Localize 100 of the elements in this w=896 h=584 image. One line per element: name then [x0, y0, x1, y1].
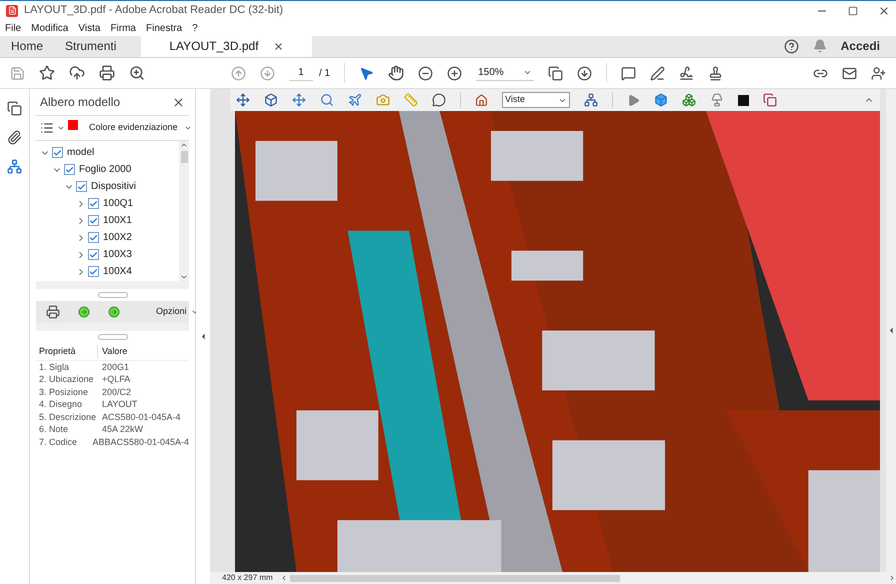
- model-tree-icon[interactable]: [7, 159, 22, 174]
- window-title: LAYOUT_3D.pdf - Adobe Acrobat Reader DC (32-bit): [24, 3, 284, 18]
- add-user-icon[interactable]: [871, 66, 886, 80]
- checkbox[interactable]: [88, 266, 99, 277]
- comment-icon[interactable]: [621, 66, 636, 80]
- scroll-thumb[interactable]: [180, 151, 188, 163]
- menu-item[interactable]: ?: [192, 20, 198, 36]
- paperclip-icon[interactable]: [7, 130, 22, 145]
- tree-item[interactable]: 100X4: [103, 264, 132, 279]
- property-name: 2. Ubicazione: [38, 373, 95, 386]
- cube-icon[interactable]: [654, 93, 668, 107]
- property-name: 4. Disegno: [38, 398, 84, 411]
- tree-item[interactable]: 100Q1: [103, 196, 134, 211]
- menu-item[interactable]: Firma: [110, 20, 136, 36]
- background-color-icon[interactable]: [738, 94, 749, 106]
- property-value: +QLFA: [101, 373, 130, 386]
- play-icon[interactable]: [627, 94, 640, 106]
- menu-item[interactable]: Vista: [78, 20, 100, 36]
- property-value: ACS580-01-045A-4: [101, 410, 181, 424]
- property-name: 7. Codice: [38, 436, 78, 448]
- arrow-circle-icon[interactable]: [78, 306, 90, 318]
- arrow-circle-icon[interactable]: [108, 306, 120, 318]
- star-icon[interactable]: [39, 65, 55, 81]
- model-tree-icon[interactable]: [584, 93, 598, 107]
- highlighter-icon[interactable]: [650, 66, 666, 80]
- zoom-dropdown[interactable]: 150%: [476, 65, 534, 81]
- splitter-handle[interactable]: [98, 292, 128, 298]
- column-header: Proprietà: [36, 344, 98, 358]
- property-name: 3. Posizione: [38, 386, 90, 398]
- property-name: 6. Note: [38, 423, 70, 436]
- checkbox[interactable]: [76, 181, 87, 192]
- property-value: 200/C2: [101, 386, 132, 398]
- caret-icon[interactable]: [57, 124, 65, 132]
- help-icon[interactable]: [784, 38, 799, 54]
- highlight-color-dropdown[interactable]: Colore evidenziazione: [89, 121, 192, 135]
- sign-in-button[interactable]: Accedi: [840, 37, 880, 55]
- page-size: 420 x 297 mm: [221, 572, 274, 584]
- zoom-in-icon[interactable]: [447, 66, 462, 80]
- close-icon[interactable]: [272, 40, 284, 52]
- column-header: Valore: [101, 344, 128, 358]
- zoom-icon[interactable]: [320, 93, 334, 107]
- plane-icon[interactable]: [348, 93, 362, 107]
- select-pointer-icon[interactable]: [359, 66, 374, 80]
- scrollbar[interactable]: [179, 141, 189, 281]
- tab[interactable]: Strumenti: [54, 35, 128, 57]
- tab[interactable]: Home: [0, 35, 54, 57]
- scroll-up-icon[interactable]: [180, 141, 188, 149]
- checkbox[interactable]: [64, 164, 75, 175]
- lamp-icon[interactable]: [710, 93, 724, 107]
- menu-item[interactable]: Modifica: [31, 20, 68, 36]
- page-number-field[interactable]: 1: [289, 65, 313, 81]
- list-icon[interactable]: [40, 121, 54, 135]
- menu-item[interactable]: Finestra: [146, 20, 182, 36]
- checkbox[interactable]: [88, 249, 99, 260]
- tree-item[interactable]: 100X3: [103, 247, 132, 262]
- pages-icon[interactable]: [7, 101, 22, 116]
- tree-item[interactable]: 100X1: [103, 213, 132, 228]
- comment-icon[interactable]: [432, 93, 446, 107]
- caret-icon: [184, 124, 192, 132]
- tree-item[interactable]: 100X2: [103, 230, 132, 245]
- mail-icon[interactable]: [842, 66, 857, 80]
- property-value: 200G1: [101, 360, 130, 374]
- cloud-upload-icon[interactable]: [69, 65, 85, 81]
- scroll-down-icon[interactable]: [180, 273, 188, 281]
- splitter-handle[interactable]: [98, 334, 128, 340]
- scroll-right-icon[interactable]: [888, 574, 896, 582]
- print-icon[interactable]: [99, 65, 115, 81]
- property-value: ABBACS580-01-045A-4: [91, 436, 189, 448]
- search-icon[interactable]: [129, 65, 145, 81]
- tree-item[interactable]: Foglio 2000: [79, 162, 132, 177]
- checkbox[interactable]: [88, 232, 99, 243]
- tree-item[interactable]: Dispositivi: [91, 179, 136, 194]
- tree-item[interactable]: model: [67, 145, 94, 160]
- page-total: / 1: [319, 66, 330, 80]
- views-dropdown[interactable]: Viste: [502, 92, 570, 108]
- page-fit-icon[interactable]: [548, 66, 564, 80]
- maximize-icon[interactable]: [848, 6, 858, 16]
- property-name: 5. Descrizione: [38, 410, 98, 424]
- zoom-out-icon[interactable]: [418, 66, 434, 80]
- pdf-app-icon: [6, 4, 18, 16]
- close-icon[interactable]: [878, 4, 890, 16]
- checkbox[interactable]: [88, 215, 99, 226]
- checkbox[interactable]: [52, 147, 63, 158]
- cubes-icon[interactable]: [682, 93, 696, 107]
- signature-icon[interactable]: [679, 66, 694, 80]
- home-icon[interactable]: [475, 94, 488, 106]
- color-swatch[interactable]: [68, 120, 78, 130]
- scroll-left-icon[interactable]: [280, 574, 288, 582]
- close-icon[interactable]: [172, 96, 185, 108]
- property-value: LAYOUT: [101, 398, 138, 411]
- stamp-icon[interactable]: [708, 66, 724, 80]
- rotate-icon[interactable]: [236, 93, 250, 107]
- menu-item[interactable]: File: [5, 20, 22, 36]
- scroll-thumb[interactable]: [290, 574, 620, 582]
- hand-icon[interactable]: [388, 65, 404, 81]
- tab[interactable]: LAYOUT_3D.pdf: [141, 35, 312, 57]
- panel-title: Albero modello: [40, 94, 120, 111]
- horizontal-scrollbar[interactable]: [280, 573, 896, 583]
- pan-icon[interactable]: [292, 93, 306, 107]
- checkbox[interactable]: [88, 198, 99, 209]
